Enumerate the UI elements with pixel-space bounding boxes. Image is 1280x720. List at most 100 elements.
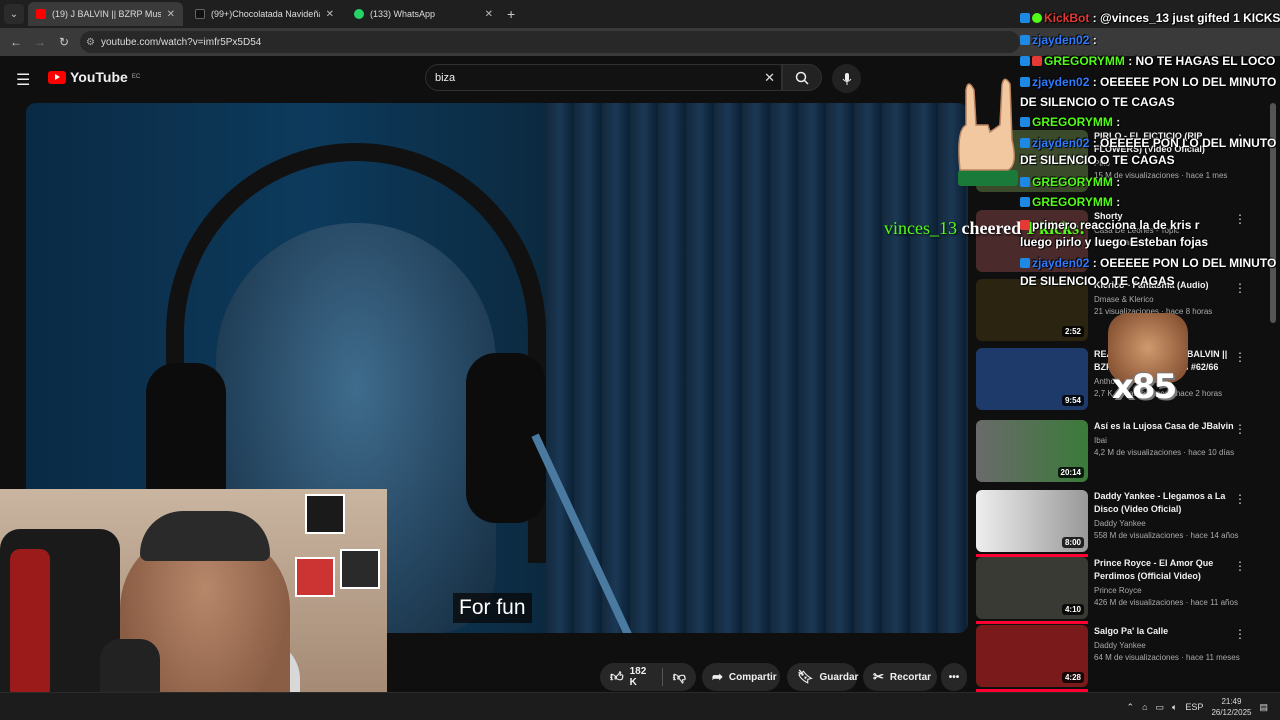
- video-thumbnail[interactable]: 4:10: [976, 557, 1088, 619]
- video-thumbnail[interactable]: 20:14: [976, 420, 1088, 482]
- close-tab-icon[interactable]: ✕: [485, 9, 493, 20]
- laughing-emote: x85: [1108, 313, 1188, 413]
- more-vert-icon[interactable]: ⋮: [1234, 350, 1246, 364]
- wall-poster: [340, 549, 380, 589]
- save-button[interactable]: 🔖︎ Guardar: [787, 663, 858, 691]
- dislike-icon[interactable]: 👎︎: [673, 669, 686, 685]
- channel-name[interactable]: Daddy Yankee: [1094, 519, 1244, 528]
- related-video[interactable]: 4:28 Salgo Pa' la Calle Daddy Yankee 64 M …: [976, 625, 1276, 692]
- chat-badge-icon: [1020, 258, 1030, 268]
- more-vert-icon[interactable]: ⋮: [1234, 281, 1246, 295]
- more-vert-icon[interactable]: ⋮: [1234, 212, 1246, 226]
- chat-message-cont: luego pirlo y luego Esteban fojas: [1020, 232, 1208, 252]
- country-code: EC: [131, 74, 141, 80]
- tab-whatsapp[interactable]: (133) WhatsApp ✕: [346, 2, 501, 26]
- volume-icon[interactable]: 🔈︎: [1172, 702, 1177, 713]
- video-duration: 8:00: [1061, 537, 1084, 548]
- chat-badge-icon: [1020, 117, 1030, 127]
- search-value: biza: [435, 71, 456, 84]
- channel-name[interactable]: Prince Royce: [1094, 586, 1244, 595]
- chair-stripe: [10, 549, 50, 699]
- chat-badge-icon: [1032, 13, 1042, 23]
- tab-kick[interactable]: (99+)Chocolatada Navideña en ✕: [187, 2, 342, 26]
- chat-message: GREGORYMM :: [1020, 112, 1120, 132]
- chat-text: : NO TE HAGAS EL LOCO: [1124, 54, 1276, 68]
- chat-text: DE SILENCIO O TE CAGAS: [1020, 95, 1175, 109]
- search-button[interactable]: [782, 64, 822, 91]
- chevron-up-icon[interactable]: ⌃: [1127, 702, 1135, 713]
- close-tab-icon[interactable]: ✕: [167, 9, 175, 20]
- tab-youtube[interactable]: (19) J BALVIN || BZRP Music Se ✕: [28, 2, 183, 26]
- chat-text: : OEEEEE PON LO DEL MINUTO: [1089, 256, 1277, 270]
- more-vert-icon[interactable]: ⋮: [1234, 627, 1246, 641]
- system-tray: ⌃ ⌂ ▭ 🔈︎ ESP 21:49 26/12/2025 ▤: [1127, 693, 1268, 720]
- video-stats: 558 M de visualizaciones · hace 14 años: [1094, 531, 1239, 540]
- chat-username: GREGORYMM: [1032, 115, 1113, 129]
- chat-message: GREGORYMM :: [1020, 192, 1120, 212]
- tab-search-button[interactable]: ⌄: [4, 4, 24, 24]
- chat-text: :: [1112, 175, 1121, 189]
- like-icon[interactable]: 👍︎: [610, 669, 624, 685]
- channel-name[interactable]: Dmase & Klerico: [1094, 295, 1244, 304]
- chat-text: :: [1089, 33, 1097, 47]
- clear-search-icon[interactable]: ✕: [764, 70, 775, 86]
- close-tab-icon[interactable]: ✕: [326, 9, 334, 20]
- more-vert-icon[interactable]: ⋮: [1234, 422, 1246, 436]
- tab-title: (133) WhatsApp: [370, 9, 436, 19]
- video-title[interactable]: Salgo Pa' la Calle: [1094, 625, 1244, 638]
- reload-button[interactable]: ↻: [52, 35, 76, 49]
- language-indicator[interactable]: ESP: [1185, 702, 1203, 712]
- video-title[interactable]: Así es la Lujosa Casa de JBalvin: [1094, 420, 1244, 433]
- wall-poster: [305, 494, 345, 534]
- youtube-logo[interactable]: YouTube EC: [48, 69, 140, 85]
- url-field[interactable]: ⚙ youtube.com/watch?v=imfr5Px5D54: [80, 31, 1020, 53]
- chat-badge-icon: [1020, 220, 1030, 230]
- tiktok-favicon-icon: [195, 9, 205, 19]
- notifications-icon[interactable]: ▤: [1259, 702, 1268, 713]
- chat-badge-icon: [1032, 56, 1042, 66]
- video-duration: 4:10: [1061, 604, 1084, 615]
- cheer-verb: cheered: [956, 218, 1026, 238]
- menu-icon[interactable]: ☰: [16, 70, 30, 90]
- youtube-favicon-icon: [36, 9, 46, 19]
- network-icon[interactable]: ⌂: [1142, 702, 1147, 712]
- streamer-cap: [140, 511, 270, 561]
- clock[interactable]: 21:49 26/12/2025: [1211, 696, 1251, 718]
- battery-icon[interactable]: ▭: [1156, 702, 1165, 713]
- video-title[interactable]: Daddy Yankee - Llegamos a La Disco (Vide…: [1094, 490, 1244, 516]
- rock-hand-icon: [958, 78, 1018, 186]
- new-tab-button[interactable]: +: [507, 6, 515, 22]
- related-video[interactable]: 8:00 Daddy Yankee - Llegamos a La Disco …: [976, 490, 1276, 557]
- related-video[interactable]: 20:14 Así es la Lujosa Casa de JBalvin Ib…: [976, 420, 1276, 484]
- search-input[interactable]: biza ✕: [425, 64, 782, 91]
- video-title[interactable]: Prince Royce - El Amor Que Perdimos (Off…: [1094, 557, 1244, 583]
- more-vert-icon[interactable]: ⋮: [1234, 559, 1246, 573]
- video-stats: 64 M de visualizaciones · hace 11 meses: [1094, 653, 1240, 662]
- video-duration: 2:52: [1061, 326, 1084, 337]
- video-duration: 9:54: [1061, 395, 1084, 406]
- chat-badge-icon: [1020, 177, 1030, 187]
- site-info-icon[interactable]: ⚙: [86, 37, 95, 48]
- watch-progress-bar: [976, 621, 1088, 624]
- related-video[interactable]: 4:10 Prince Royce - El Amor Que Perdimos…: [976, 557, 1276, 624]
- voice-search-button[interactable]: [832, 64, 861, 93]
- clock-time: 21:49: [1221, 697, 1242, 706]
- share-button[interactable]: ➦ Compartir: [702, 663, 780, 691]
- windows-taskbar: ⌃ ⌂ ▭ 🔈︎ ESP 21:49 26/12/2025 ▤: [0, 692, 1280, 720]
- chat-message: zjayden02 : OEEEEE PON LO DEL MINUTO: [1020, 253, 1276, 273]
- more-actions-button[interactable]: •••: [941, 663, 967, 691]
- video-stats: 426 M de visualizaciones · hace 11 años: [1094, 598, 1238, 607]
- forward-button[interactable]: →: [28, 35, 52, 49]
- bookmark-icon: 🔖︎: [797, 669, 814, 684]
- video-thumbnail[interactable]: 8:00: [976, 490, 1088, 552]
- video-thumbnail[interactable]: 4:28: [976, 625, 1088, 687]
- back-button[interactable]: ←: [4, 35, 28, 49]
- like-count[interactable]: 182 K: [630, 666, 652, 688]
- logo-text: YouTube: [70, 69, 128, 85]
- channel-name[interactable]: Daddy Yankee: [1094, 641, 1244, 650]
- video-thumbnail[interactable]: 9:54: [976, 348, 1088, 410]
- chat-badge-icon: [1020, 35, 1030, 45]
- more-vert-icon[interactable]: ⋮: [1234, 492, 1246, 506]
- clip-button[interactable]: ✂ Recortar: [863, 663, 937, 691]
- channel-name[interactable]: Ibai: [1094, 436, 1244, 445]
